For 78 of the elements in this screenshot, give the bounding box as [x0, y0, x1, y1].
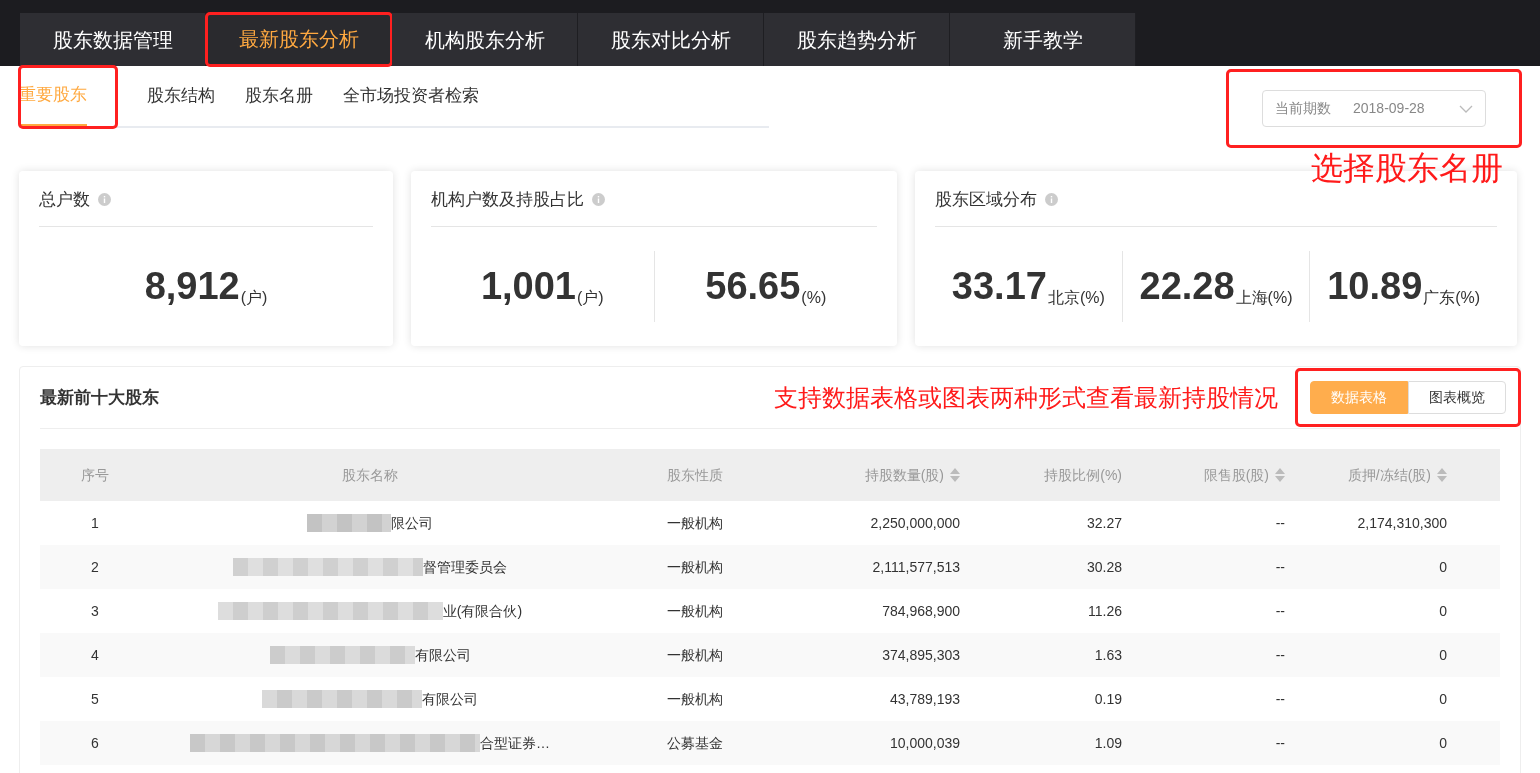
table-cell-text: 43,789,193	[889, 689, 960, 709]
sub-tab[interactable]: 全市场投资者检索	[343, 66, 479, 126]
stat-value: 56.65	[705, 264, 801, 309]
table-cell-text: --	[1275, 513, 1285, 533]
stat-unit: 广东(%)	[1423, 288, 1481, 308]
table-cell-text: 0.19	[1094, 689, 1122, 709]
sort-icon[interactable]	[1275, 468, 1285, 482]
table-cell-text: 一般机构	[667, 557, 723, 577]
section-title: 最新前十大股东	[40, 386, 159, 409]
table-cell-text: 有限公司	[414, 645, 471, 665]
table-cell-text: 限公司	[391, 513, 433, 533]
table-cell-text: 374,895,303	[882, 645, 960, 665]
table-cell-text: 32.27	[1086, 513, 1122, 533]
table-cell-text: 784,968,900	[882, 601, 960, 621]
table-cell-text: 1.63	[1094, 645, 1122, 665]
card-title: 股东区域分布	[935, 188, 1037, 211]
table-cell-text: 合型证券…	[480, 733, 550, 753]
nav-tab[interactable]: 股东数据管理	[20, 13, 206, 66]
table-cell-text: 1.09	[1094, 733, 1122, 753]
table-cell-text: 有限公司	[422, 689, 478, 709]
table-cell-text: 1	[91, 513, 99, 533]
sort-icon[interactable]	[1437, 468, 1447, 482]
chevron-down-icon	[1459, 104, 1473, 113]
info-icon	[98, 193, 111, 206]
table-cell-text: --	[1275, 645, 1285, 665]
table-cell-text: 5	[91, 689, 99, 709]
table-cell-text: 0	[1439, 557, 1447, 577]
stat-value: 22.28	[1139, 264, 1235, 309]
table-cell-text: 一般机构	[667, 645, 723, 665]
info-icon	[1045, 193, 1058, 206]
stat-value: 8,912	[144, 264, 240, 309]
table-cell-text: --	[1275, 557, 1285, 577]
nav-tab[interactable]: 机构股东分析	[392, 13, 578, 66]
nav-tab[interactable]: 股东趋势分析	[764, 13, 950, 66]
annotation-text: 选择股东名册	[1311, 152, 1503, 184]
table-cell-text: 公募基金	[667, 733, 723, 753]
stat-value: 1,001	[480, 264, 576, 309]
sub-tab[interactable]: 股东名册	[245, 66, 313, 126]
stat-unit: (户)	[576, 288, 604, 308]
sort-icon[interactable]	[950, 468, 960, 482]
table-cell-text: 业(有限合伙)	[442, 601, 523, 621]
stat-unit: (户)	[240, 288, 268, 308]
stat-unit: 北京(%)	[1047, 288, 1105, 308]
table-cell-text: 一般机构	[667, 601, 723, 621]
stat-unit: (%)	[801, 288, 827, 308]
stat-value: 33.17	[951, 264, 1047, 309]
table-cell-text: --	[1275, 733, 1285, 753]
table-cell-text: 6	[91, 733, 99, 753]
table-cell-text: 0	[1439, 645, 1447, 665]
table-cell-text: 0	[1439, 733, 1447, 753]
table-cell-text: 督管理委员会	[423, 557, 507, 577]
card-title: 总户数	[39, 188, 90, 211]
stat-value: 10.89	[1327, 264, 1423, 309]
table-cell-text: 一般机构	[667, 513, 723, 533]
table-cell-text: 10,000,039	[889, 733, 960, 753]
table-cell-text: 11.26	[1088, 601, 1122, 621]
table-cell-text: 30.28	[1086, 557, 1122, 577]
stat-unit: 上海(%)	[1235, 288, 1293, 308]
info-icon	[592, 193, 605, 206]
annotation-text: 支持数据表格或图表两种形式查看最新持股情况	[774, 382, 1278, 413]
sub-tab[interactable]: 股东结构	[147, 66, 215, 126]
table-cell-text: 0	[1439, 689, 1447, 709]
table-cell-text: 4	[91, 645, 99, 665]
table-cell-text: 2,250,000,000	[870, 513, 960, 533]
nav-tab[interactable]: 最新股东分析	[206, 13, 392, 66]
table-cell-text: 2	[91, 557, 99, 577]
card-title: 机构户数及持股占比	[431, 188, 584, 211]
table-cell-text: 2,174,310,300	[1357, 513, 1447, 533]
table-cell-text: 3	[91, 601, 99, 621]
period-select[interactable]: 当前期数 2018-09-28	[1262, 90, 1486, 127]
nav-tab[interactable]: 新手教学	[950, 13, 1136, 66]
table-cell-text: 一般机构	[667, 689, 723, 709]
nav-tab[interactable]: 股东对比分析	[578, 13, 764, 66]
table-cell-text: --	[1275, 601, 1285, 621]
table-cell-text: --	[1275, 689, 1285, 709]
table-cell-text: 0	[1439, 601, 1447, 621]
table-cell-text: 2,111,577,513	[872, 557, 960, 577]
view-toggle-button[interactable]: 图表概览	[1408, 381, 1506, 414]
